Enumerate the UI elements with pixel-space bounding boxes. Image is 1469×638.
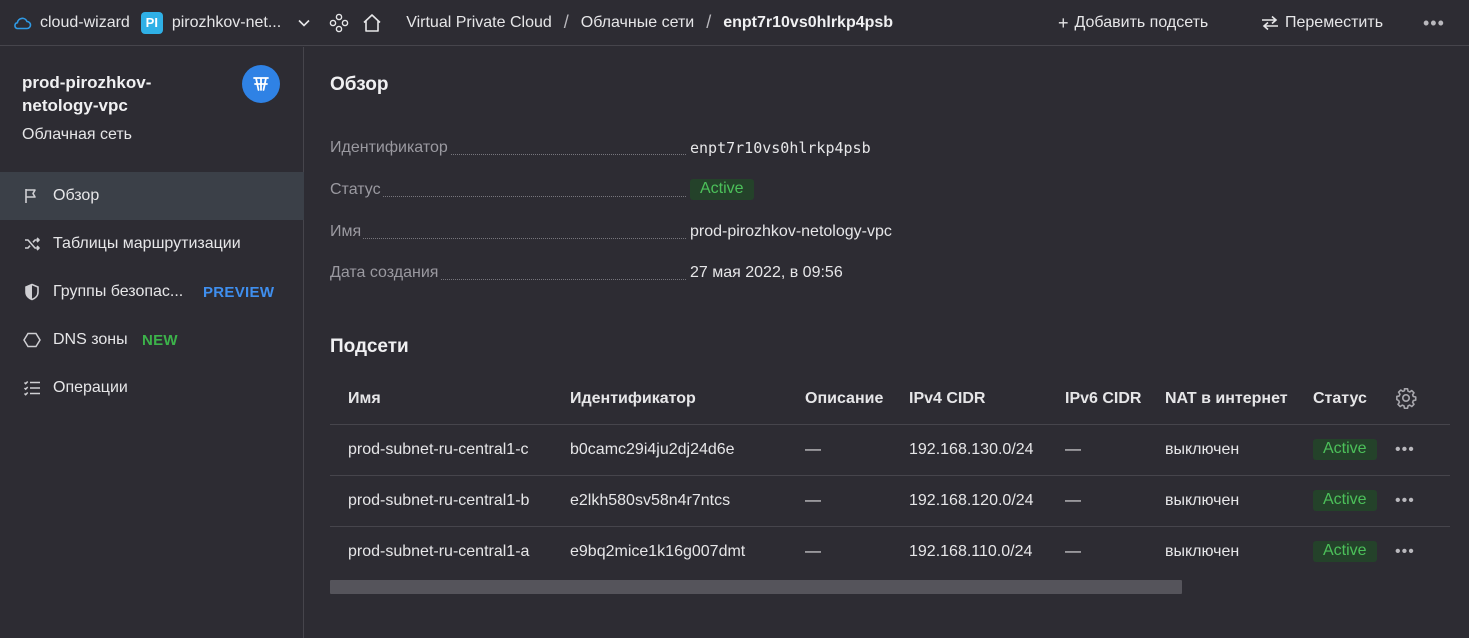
preview-tag: PREVIEW xyxy=(203,283,275,301)
dotted-leader xyxy=(330,238,686,239)
subnet-name[interactable]: prod-subnet-ru-central1-b xyxy=(330,475,570,527)
sidebar-item-label: Группы безопас... xyxy=(53,283,184,300)
property-label: Имя xyxy=(330,223,364,241)
network-subtitle: Облачная сеть xyxy=(22,126,132,143)
overview-heading: Обзор xyxy=(330,74,389,95)
breadcrumb-current: enpt7r10vs0hlrkp4psb xyxy=(723,13,894,31)
top-bar: cloud-wizard PI pirozhkov-net... Virtual… xyxy=(0,0,1469,46)
property-row-status: Статус Active xyxy=(330,179,890,203)
column-header-status[interactable]: Статус xyxy=(1313,374,1395,425)
folder-badge: PI xyxy=(140,11,163,34)
row-menu-button[interactable]: ••• xyxy=(1395,441,1415,458)
column-header-nat[interactable]: NAT в интернет xyxy=(1165,374,1313,425)
subnet-id: e2lkh580sv58n4r7ntcs xyxy=(570,475,805,527)
column-header-ipv6[interactable]: IPv6 CIDR xyxy=(1065,374,1165,425)
subnets-heading: Подсети xyxy=(330,336,409,357)
services-icon[interactable] xyxy=(327,11,351,35)
property-label: Дата создания xyxy=(330,264,441,282)
hexagon-icon xyxy=(22,330,42,350)
subnet-ipv6: — xyxy=(1065,542,1081,560)
cloud-icon xyxy=(14,17,32,29)
created-date-value: 27 мая 2022, в 09:56 xyxy=(690,264,843,281)
subnet-name[interactable]: prod-subnet-ru-central1-c xyxy=(330,424,570,476)
column-header-description[interactable]: Описание xyxy=(805,374,909,425)
subnet-ipv4: 192.168.120.0/24 xyxy=(909,475,1065,527)
swap-arrows-icon xyxy=(1262,15,1278,31)
status-badge: Active xyxy=(690,179,754,200)
move-label: Переместить xyxy=(1285,14,1384,31)
chevron-down-icon[interactable] xyxy=(297,16,311,30)
shuffle-icon xyxy=(22,234,42,254)
row-menu-button[interactable]: ••• xyxy=(1395,492,1415,509)
subnet-id: e9bq2mice1k16g007dmt xyxy=(570,542,746,560)
network-id-value: enpt7r10vs0hlrkp4psb xyxy=(690,139,871,157)
sidebar-item-label: Обзор xyxy=(53,187,100,204)
table-row[interactable]: prod-subnet-ru-central1-b e2lkh580sv58n4… xyxy=(330,475,1450,527)
table-row[interactable]: prod-subnet-ru-central1-a e9bq2mice1k16g… xyxy=(330,526,1450,577)
plus-icon: + xyxy=(1058,12,1069,33)
flag-icon xyxy=(22,186,42,206)
column-header-name[interactable]: Имя xyxy=(330,374,570,425)
cloud-selector[interactable]: cloud-wizard xyxy=(12,14,130,32)
subnet-name[interactable]: prod-subnet-ru-central1-a xyxy=(330,526,570,577)
subnet-description: — xyxy=(805,542,821,560)
subnet-ipv6: — xyxy=(1065,424,1165,476)
sidebar-item-security-groups[interactable]: Группы безопас... PREVIEW xyxy=(0,268,304,316)
gear-icon xyxy=(1396,388,1417,410)
row-menu-button[interactable]: ••• xyxy=(1395,543,1415,560)
cloud-name: cloud-wizard xyxy=(40,13,130,31)
subnet-nat: выключен xyxy=(1165,475,1313,527)
property-row-id: Идентификатор enpt7r10vs0hlrkp4psb xyxy=(330,139,890,161)
vpc-service-icon xyxy=(242,65,280,103)
breadcrumb-vpc[interactable]: Virtual Private Cloud xyxy=(406,14,552,32)
add-subnet-button[interactable]: + Добавить подсеть xyxy=(1058,0,1208,46)
status-badge: Active xyxy=(1313,439,1377,460)
subnet-ipv6: — xyxy=(1065,475,1165,527)
subnet-id: b0camc29i4ju2dj24d6e xyxy=(570,424,805,476)
breadcrumb-separator: / xyxy=(563,12,569,32)
status-badge: Active xyxy=(1313,541,1377,563)
sidebar-item-label: Таблицы маршрутизации xyxy=(53,235,241,252)
table-header-row: Имя Идентификатор Описание IPv4 CIDR IPv… xyxy=(330,374,1450,425)
network-title: prod-pirozhkov-netology-vpc xyxy=(22,73,152,115)
sidebar-item-dns-zones[interactable]: DNS зоны NEW xyxy=(0,316,304,364)
list-check-icon xyxy=(22,378,42,398)
table-row[interactable]: prod-subnet-ru-central1-c b0camc29i4ju2d… xyxy=(330,424,1450,476)
subnet-description: — xyxy=(805,475,909,527)
subnet-description: — xyxy=(805,424,909,476)
subnet-nat: выключен xyxy=(1165,424,1313,476)
add-subnet-label: Добавить подсеть xyxy=(1074,14,1209,31)
subnet-ipv4: 192.168.110.0/24 xyxy=(909,542,1033,560)
home-icon[interactable] xyxy=(360,11,384,35)
move-button[interactable]: Переместить xyxy=(1260,0,1383,46)
property-row-created: Дата создания 27 мая 2022, в 09:56 xyxy=(330,264,890,286)
subnet-nat: выключен xyxy=(1165,542,1240,560)
sidebar-item-label: Операции xyxy=(53,379,128,396)
sidebar-item-label: DNS зоны xyxy=(53,331,128,348)
property-row-name: Имя prod-pirozhkov-netology-vpc xyxy=(330,223,892,245)
table-settings-button[interactable] xyxy=(1395,374,1450,425)
sidebar-item-overview[interactable]: Обзор xyxy=(0,172,304,220)
status-badge: Active xyxy=(1313,490,1377,511)
shield-icon xyxy=(22,282,42,302)
subnets-table: Имя Идентификатор Описание IPv4 CIDR IPv… xyxy=(330,374,1450,577)
sidebar-item-operations[interactable]: Операции xyxy=(0,364,304,412)
column-header-id[interactable]: Идентификатор xyxy=(570,374,805,425)
property-label: Статус xyxy=(330,181,383,199)
breadcrumb-networks[interactable]: Облачные сети xyxy=(581,14,694,32)
new-tag: NEW xyxy=(142,331,178,349)
column-header-ipv4[interactable]: IPv4 CIDR xyxy=(909,374,1065,425)
network-name-value: prod-pirozhkov-netology-vpc xyxy=(690,223,892,240)
subnet-ipv4: 192.168.130.0/24 xyxy=(909,424,1065,476)
sidebar-item-route-tables[interactable]: Таблицы маршрутизации xyxy=(0,220,304,268)
more-options-button[interactable]: ••• xyxy=(1423,0,1445,46)
folder-name[interactable]: pirozhkov-net... xyxy=(172,14,281,32)
sidebar: prod-pirozhkov-netology-vpc Облачная сет… xyxy=(0,47,304,638)
dotted-leader xyxy=(330,196,686,197)
breadcrumb-separator: / xyxy=(706,12,712,32)
property-label: Идентификатор xyxy=(330,139,450,157)
horizontal-scrollbar[interactable] xyxy=(330,580,1182,594)
